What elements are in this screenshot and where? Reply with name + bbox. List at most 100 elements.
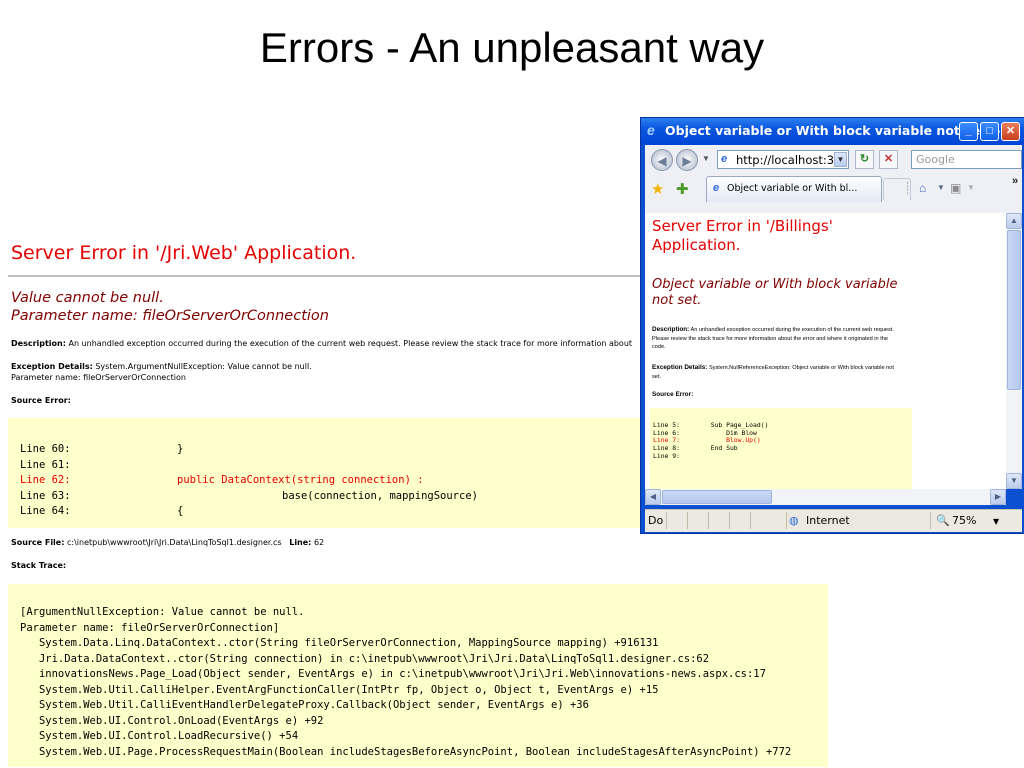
maximize-button[interactable]: □ xyxy=(980,122,999,141)
horizontal-scrollbar[interactable]: ◀ ▶ xyxy=(645,489,1006,505)
status-divider xyxy=(666,512,667,529)
line-value: 62 xyxy=(313,538,325,547)
status-bar: Do ◍ Internet 🔍 75% ▼ xyxy=(645,509,1022,532)
forward-arrow-icon[interactable]: ▶ xyxy=(676,149,698,171)
browser-toolbar: ◀ ▶ ▼ e http://localhost:30 ▼ ↻ ✕ Google… xyxy=(645,145,1022,213)
stack-trace-line: Jri.Data.DataContext..ctor(String connec… xyxy=(20,652,710,665)
add-favorites-icon[interactable]: ✚ xyxy=(676,180,689,198)
stack-trace-line: System.Web.UI.Control.OnLoad(EventArgs e… xyxy=(20,714,324,727)
source-line-label: Line 63: xyxy=(20,489,71,502)
stack-trace-line: System.Web.Util.CalliHelper.EventArgFunc… xyxy=(20,683,659,696)
feeds-dropdown-icon[interactable]: ▼ xyxy=(967,183,975,192)
exception-text: System.ArgumentNullException: Value cann… xyxy=(95,362,312,371)
source-line-label: Line 61: xyxy=(20,458,71,471)
browser-description-label: Description: xyxy=(652,326,690,333)
description-text: An unhandled exception occurred during t… xyxy=(68,339,633,348)
browser-source-code-box: Line 5: Sub Page_Load() Line 6: Dim Blow L… xyxy=(650,408,912,489)
source-line-label: Line 60: xyxy=(20,443,71,455)
stack-trace-line: innovationsNews.Page_Load(Object sender,… xyxy=(20,668,766,680)
error-title: Value cannot be null. Parameter name: fi… xyxy=(11,289,329,325)
browser-error-title: Object variable or With block variable n… xyxy=(652,277,898,308)
description-label: Description: xyxy=(11,339,66,348)
minimize-button[interactable]: _ xyxy=(959,122,978,141)
source-line-code: } xyxy=(177,443,184,455)
scroll-left-icon[interactable]: ◀ xyxy=(645,489,661,505)
status-zone: Internet xyxy=(806,514,850,527)
tab-page-icon: e xyxy=(713,182,720,194)
source-line-label: Line 62: xyxy=(20,474,71,486)
close-button[interactable]: ✕ xyxy=(1001,122,1020,141)
exception-label: Exception Details: xyxy=(11,362,93,371)
source-error-label: Source Error: xyxy=(11,396,71,405)
error-title-line-2: Parameter name: fileOrServerOrConnection xyxy=(11,308,329,324)
status-text: Do xyxy=(648,514,664,527)
zoom-level[interactable]: 75% xyxy=(952,514,976,527)
horizontal-scroll-thumb[interactable] xyxy=(662,490,772,504)
browser-window: e Object variable or With block variable… xyxy=(640,117,1024,534)
home-icon[interactable]: ⌂ xyxy=(919,181,926,195)
status-divider xyxy=(687,512,688,529)
source-line-code: base(connection, mappingSource) xyxy=(282,489,478,502)
error-heading: Server Error in '/Jri.Web' Application. xyxy=(11,242,357,264)
address-dropdown-icon[interactable]: ▼ xyxy=(834,152,847,167)
ie-logo-icon: e xyxy=(647,122,655,138)
refresh-icon[interactable]: ↻ xyxy=(855,150,874,169)
scroll-down-icon[interactable]: ▼ xyxy=(1006,473,1022,489)
source-line: Line 60:} xyxy=(20,442,183,458)
browser-description-text: An unhandled exception occurred during t… xyxy=(652,327,894,350)
line-label: Line: xyxy=(289,538,312,547)
status-divider xyxy=(708,512,709,529)
zoom-icon[interactable]: 🔍 xyxy=(936,514,950,527)
error-title-line-1: Value cannot be null. xyxy=(11,290,164,306)
zoom-dropdown-icon[interactable]: ▼ xyxy=(993,517,999,526)
browser-exception-label: Exception Details: xyxy=(652,364,708,371)
stack-trace-line: System.Web.Util.CalliEventHandlerDelegat… xyxy=(20,699,589,711)
slide-title: Errors - An unpleasant way xyxy=(259,24,765,71)
page-icon: e xyxy=(721,153,728,165)
back-arrow-icon[interactable]: ◀ xyxy=(651,149,673,171)
source-line-label: Line 64: xyxy=(20,505,71,517)
scroll-up-icon[interactable]: ▲ xyxy=(1006,213,1022,229)
source-file-value: c:\inetpub\wwwroot\Jri\Jri.Data\LinqToSq… xyxy=(66,538,282,547)
browser-content: Server Error in '/Billings' Application.… xyxy=(645,213,1006,489)
search-placeholder: Google xyxy=(916,153,955,166)
separator-icon: ┊ xyxy=(904,181,912,195)
address-text: http://localhost:30 xyxy=(736,153,836,167)
browser-titlebar[interactable]: e Object variable or With block variable… xyxy=(641,118,1024,145)
status-divider xyxy=(930,512,931,529)
search-input[interactable]: Google xyxy=(911,150,1022,169)
divider xyxy=(8,275,640,277)
history-dropdown-icon[interactable]: ▼ xyxy=(702,154,710,163)
vertical-scroll-thumb[interactable] xyxy=(1007,230,1021,390)
status-divider xyxy=(750,512,751,529)
source-file-label: Source File: xyxy=(11,538,65,547)
source-line: Line 61: xyxy=(20,458,71,474)
stack-trace-line: System.Web.UI.Page.ProcessRequestMain(Bo… xyxy=(20,745,792,758)
browser-description: Description: An unhandled exception occu… xyxy=(652,326,897,352)
stack-trace-box: [ArgumentNullException: Value cannot be … xyxy=(8,584,828,767)
exception-details: Exception Details: System.ArgumentNullEx… xyxy=(11,362,312,372)
stack-trace-line: [ArgumentNullException: Value cannot be … xyxy=(20,606,305,618)
home-dropdown-icon[interactable]: ▼ xyxy=(937,183,945,192)
feeds-icon[interactable]: ▣ xyxy=(950,181,961,195)
source-file: Source File: c:\inetpub\wwwroot\Jri\Jri.… xyxy=(11,538,324,548)
stack-trace-line: Parameter name: fileOrServerOrConnection… xyxy=(20,621,280,634)
vertical-scrollbar[interactable]: ▲ ▼ xyxy=(1006,213,1022,489)
browser-source-line: Line 9: xyxy=(653,451,696,460)
more-chevron-icon[interactable]: » xyxy=(1012,175,1018,187)
stack-trace-line: System.Data.Linq.DataContext..ctor(Strin… xyxy=(20,637,659,649)
source-line-code: public DataContext(string connection) : xyxy=(177,474,424,486)
stack-trace-line: System.Web.UI.Control.LoadRecursive() +5… xyxy=(20,730,299,742)
source-line-code: { xyxy=(177,505,184,517)
stop-icon[interactable]: ✕ xyxy=(879,150,898,169)
browser-source-error-label: Source Error: xyxy=(652,391,694,398)
browser-error-heading: Server Error in '/Billings' Application. xyxy=(652,217,833,254)
scroll-right-icon[interactable]: ▶ xyxy=(990,489,1006,505)
address-bar[interactable]: e http://localhost:30 ▼ xyxy=(717,150,849,169)
favorites-star-icon[interactable]: ★ xyxy=(651,180,664,198)
tab-label: Object variable or With bl... xyxy=(727,183,858,194)
tab-active[interactable]: e Object variable or With bl... xyxy=(706,176,882,202)
stack-trace-label: Stack Trace: xyxy=(11,561,67,570)
description: Description: An unhandled exception occu… xyxy=(11,339,632,349)
source-line: Line 63: base(connection, mappingSource) xyxy=(20,489,478,505)
